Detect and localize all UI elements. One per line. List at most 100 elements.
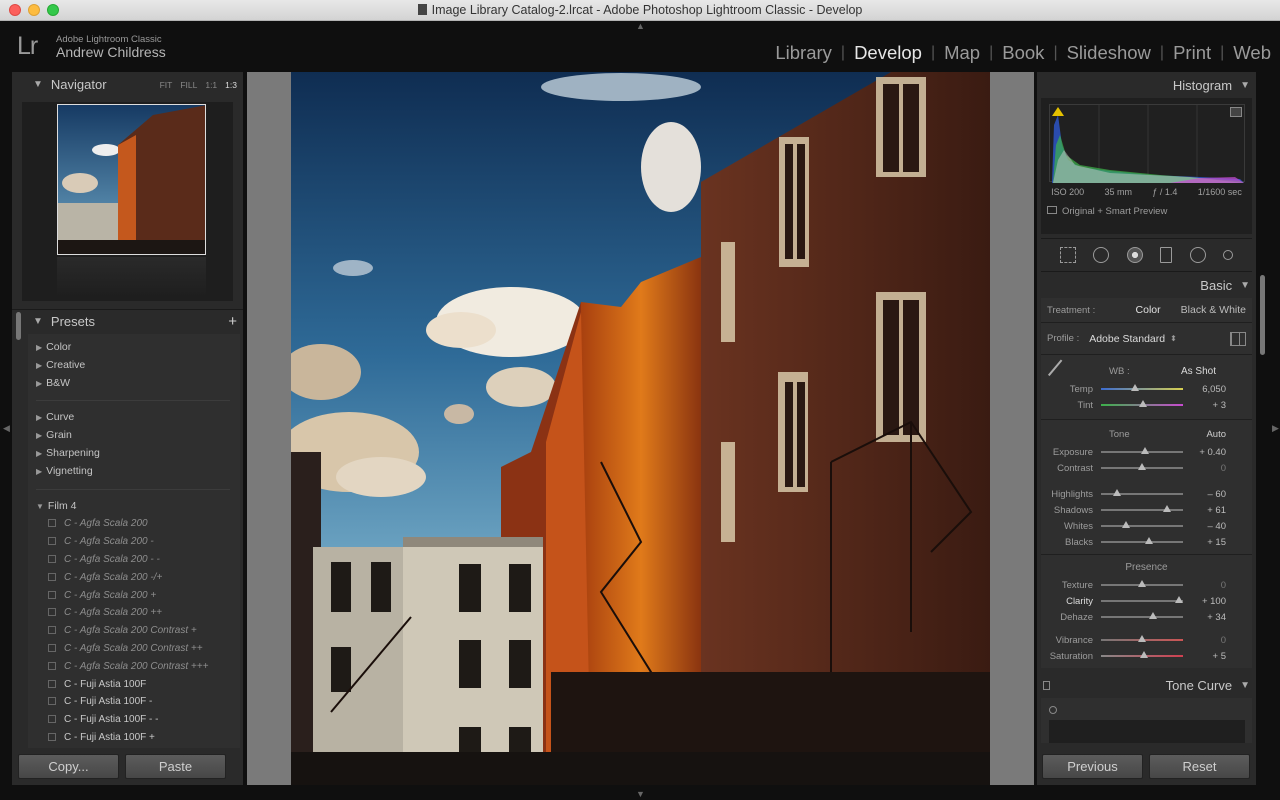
exposure-slider[interactable] — [1101, 447, 1183, 454]
image-canvas[interactable] — [247, 72, 1034, 785]
navigator-thumbnail[interactable] — [57, 104, 206, 255]
wb-eyedropper-icon[interactable] — [1047, 359, 1071, 383]
preset-group[interactable]: ▶ Creative — [28, 357, 240, 375]
preset-group[interactable]: ▼ Film 4 — [28, 498, 240, 516]
tone-curve-header[interactable]: Tone Curve ▼ — [1037, 672, 1256, 698]
preset-item[interactable]: C - Agfa Scala 200 ++ — [28, 604, 240, 622]
vibrance-slider-handle[interactable] — [1138, 635, 1146, 642]
whites-slider-handle[interactable] — [1121, 521, 1130, 528]
preset-item[interactable]: C - Fuji Astia 100F - - — [28, 711, 240, 729]
contrast-value[interactable]: 0 — [1183, 463, 1228, 474]
texture-value[interactable]: 0 — [1183, 580, 1228, 591]
preset-item[interactable]: C - Agfa Scala 200 + — [28, 587, 240, 605]
preset-group[interactable]: ▶ Color — [28, 339, 240, 357]
saturation-slider-handle[interactable] — [1140, 651, 1149, 658]
panel-switch-icon[interactable] — [1043, 681, 1050, 690]
show-right-panel-arrow-icon[interactable]: ▶ — [1272, 423, 1279, 434]
tone-curve-graph[interactable] — [1049, 720, 1245, 743]
tint-slider[interactable] — [1101, 400, 1183, 407]
blacks-slider-handle[interactable] — [1144, 537, 1153, 544]
preset-item[interactable]: C - Agfa Scala 200 Contrast ++ — [28, 640, 240, 658]
photo[interactable] — [291, 72, 990, 785]
module-develop[interactable]: Develop — [845, 42, 931, 64]
profile-dropdown-arrow-icon[interactable]: ⬍ — [1170, 334, 1177, 343]
module-book[interactable]: Book — [993, 42, 1053, 64]
left-panel-scrollbar[interactable] — [16, 312, 21, 340]
tint-value[interactable]: + 3 — [1183, 400, 1228, 411]
profile-dropdown[interactable]: Adobe Standard — [1089, 333, 1165, 345]
highlights-slider-handle[interactable] — [1113, 489, 1122, 496]
module-print[interactable]: Print — [1164, 42, 1220, 64]
clarity-slider[interactable] — [1101, 596, 1183, 603]
add-preset-button[interactable]: + — [228, 313, 243, 330]
profile-browser-icon[interactable] — [1230, 331, 1246, 346]
whites-slider[interactable] — [1101, 521, 1183, 528]
module-map[interactable]: Map — [935, 42, 989, 64]
preset-item[interactable]: C - Agfa Scala 200 Contrast +++ — [28, 658, 240, 676]
red-eye-tool-icon[interactable] — [1126, 247, 1143, 263]
temp-slider-handle[interactable] — [1131, 384, 1140, 391]
blacks-value[interactable]: + 15 — [1183, 537, 1228, 548]
vibrance-slider[interactable] — [1101, 635, 1183, 642]
basic-header[interactable]: Basic ▼ — [1037, 272, 1256, 298]
right-panel-scrollbar[interactable] — [1260, 275, 1265, 355]
crop-tool-icon[interactable] — [1059, 247, 1076, 263]
presets-header[interactable]: ▼ Presets + — [12, 309, 243, 332]
preset-item[interactable]: C - Agfa Scala 200 -/+ — [28, 569, 240, 587]
dehaze-slider-handle[interactable] — [1149, 612, 1158, 619]
maximize-window-button[interactable] — [47, 4, 59, 16]
zoom-option[interactable]: 1:1 — [205, 80, 217, 90]
close-window-button[interactable] — [9, 4, 21, 16]
highlights-value[interactable]: – 60 — [1183, 489, 1228, 500]
show-filmstrip-arrow-icon[interactable]: ▼ — [636, 789, 645, 799]
preset-group[interactable]: ▶ Sharpening — [28, 445, 240, 463]
preset-group[interactable]: ▶ Curve — [28, 409, 240, 427]
wb-dropdown[interactable]: As Shot — [1181, 366, 1216, 377]
exposure-slider-handle[interactable] — [1141, 447, 1150, 454]
auto-tone-button[interactable]: Auto — [1206, 429, 1226, 440]
preset-item[interactable]: C - Agfa Scala 200 - — [28, 533, 240, 551]
navigator-header[interactable]: ▼ Navigator FIT FILL 1:1 1:3 — [12, 73, 243, 96]
temp-slider[interactable] — [1101, 384, 1183, 391]
reset-button[interactable]: Reset — [1149, 754, 1250, 779]
preset-item[interactable]: C - Agfa Scala 200 Contrast + — [28, 622, 240, 640]
histogram-graph[interactable] — [1049, 104, 1245, 183]
contrast-slider-handle[interactable] — [1138, 463, 1146, 470]
module-slideshow[interactable]: Slideshow — [1058, 42, 1160, 64]
show-top-panel-arrow-icon[interactable]: ▲ — [636, 21, 645, 31]
minimize-window-button[interactable] — [28, 4, 40, 16]
target-adjustment-icon[interactable] — [1049, 706, 1057, 714]
preset-group[interactable]: ▶ Vignetting — [28, 463, 240, 481]
whites-value[interactable]: – 40 — [1183, 521, 1228, 532]
radial-filter-tool-icon[interactable] — [1189, 247, 1206, 263]
highlight-clipping-icon[interactable] — [1230, 107, 1242, 117]
treatment-bw-button[interactable]: Black & White — [1181, 304, 1246, 316]
module-web[interactable]: Web — [1224, 42, 1280, 64]
clarity-value[interactable]: + 100 — [1183, 596, 1228, 607]
preset-item[interactable]: C - Agfa Scala 200 - - — [28, 551, 240, 569]
spot-removal-tool-icon[interactable] — [1093, 247, 1110, 263]
texture-slider[interactable] — [1101, 580, 1183, 587]
shadows-value[interactable]: + 61 — [1183, 505, 1228, 516]
temp-value[interactable]: 6,050 — [1183, 384, 1228, 395]
shadow-clipping-icon[interactable] — [1052, 107, 1064, 116]
shadows-slider[interactable] — [1101, 505, 1183, 512]
preset-item[interactable]: C - Fuji Astia 100F - — [28, 693, 240, 711]
previous-button[interactable]: Previous — [1042, 754, 1143, 779]
paste-settings-button[interactable]: Paste — [125, 754, 226, 779]
adjustment-brush-tool-icon[interactable] — [1223, 250, 1234, 260]
module-library[interactable]: Library — [766, 42, 841, 64]
blacks-slider[interactable] — [1101, 537, 1183, 544]
zoom-option[interactable]: FIT — [160, 80, 173, 90]
vibrance-value[interactable]: 0 — [1183, 635, 1228, 646]
preset-group[interactable]: ▶ Grain — [28, 427, 240, 445]
shadows-slider-handle[interactable] — [1162, 505, 1171, 512]
tint-slider-handle[interactable] — [1138, 400, 1147, 407]
dehaze-value[interactable]: + 34 — [1183, 612, 1228, 623]
contrast-slider[interactable] — [1101, 463, 1183, 470]
exposure-value[interactable]: + 0.40 — [1183, 447, 1228, 458]
copy-settings-button[interactable]: Copy... — [18, 754, 119, 779]
zoom-option[interactable]: 1:3 — [225, 80, 237, 90]
saturation-value[interactable]: + 5 — [1183, 651, 1228, 662]
preset-item[interactable]: C - Fuji Astia 100F — [28, 676, 240, 694]
